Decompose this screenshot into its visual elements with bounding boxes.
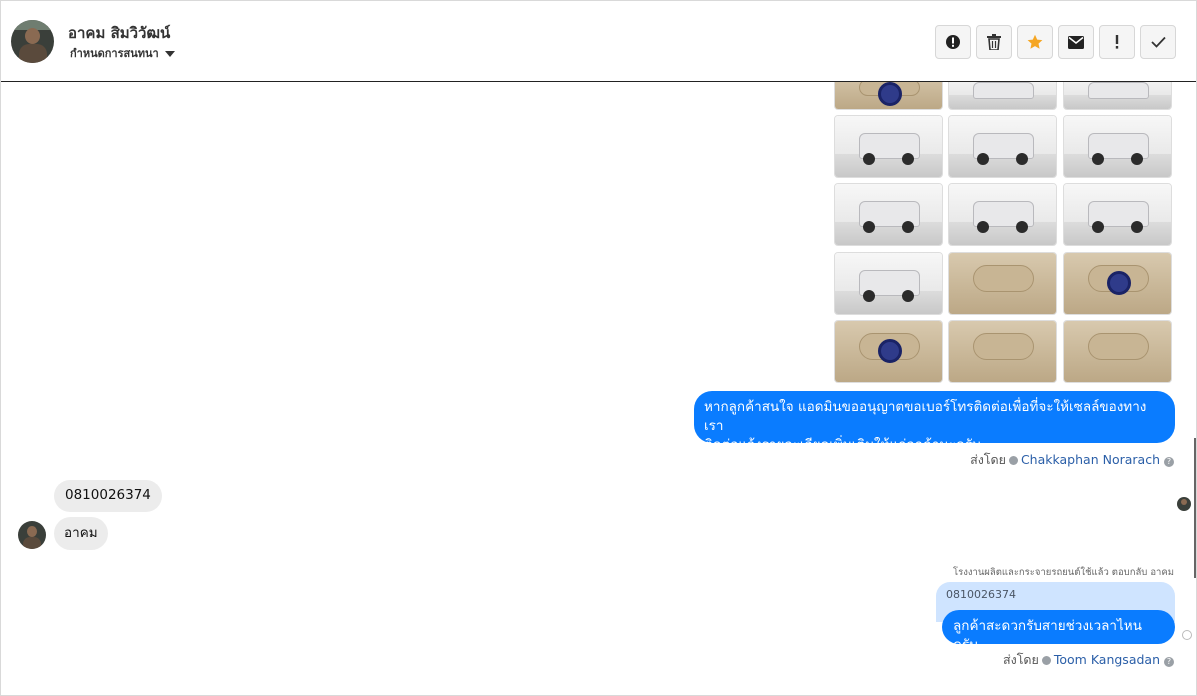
alert-circle-icon xyxy=(946,35,960,49)
photo-thumbnail[interactable] xyxy=(1063,183,1172,246)
help-icon[interactable]: ? xyxy=(1164,657,1174,667)
photo-thumbnail[interactable] xyxy=(948,252,1057,315)
photo-thumbnail[interactable] xyxy=(834,252,943,315)
photo-thumbnail[interactable] xyxy=(1063,252,1172,315)
envelope-icon xyxy=(1068,35,1084,49)
mark-spam-button[interactable] xyxy=(935,25,971,59)
message-list[interactable]: หากลูกค้าสนใจ แอดมินขออนุญาตขอเบอร์โทรติ… xyxy=(1,82,1196,695)
outgoing-message: ลูกค้าสะดวกรับสายช่วงเวลาไหนครับ xyxy=(942,610,1175,653)
read-receipt-avatar xyxy=(1177,497,1191,511)
contact-avatar-small[interactable] xyxy=(18,521,46,549)
contact-avatar[interactable] xyxy=(11,20,54,63)
contact-name[interactable]: อาคม สิมวิวัฒน์ xyxy=(68,21,170,45)
photo-thumbnail[interactable] xyxy=(834,115,943,178)
verified-icon xyxy=(1041,656,1051,665)
incoming-message: 0810026374 xyxy=(54,480,162,512)
sent-by-info: ส่งโดย Toom Kangsadan? xyxy=(1003,650,1174,670)
reply-context: โรงงานผลิตและกระจายรถยนต์ใช้แล้ว ตอบกลับ… xyxy=(953,567,1174,578)
check-icon xyxy=(1150,36,1166,48)
verified-icon xyxy=(1008,456,1018,465)
mark-done-button[interactable] xyxy=(1140,25,1176,59)
toolbar xyxy=(935,25,1176,59)
caret-down-icon xyxy=(164,51,175,57)
incoming-message: อาคม xyxy=(54,517,108,550)
scrollbar[interactable] xyxy=(1194,438,1196,578)
help-icon[interactable]: ? xyxy=(1164,457,1174,467)
photo-thumbnail[interactable] xyxy=(1063,115,1172,178)
message-text-line: หากลูกค้าสนใจ แอดมินขออนุญาตขอเบอร์โทรติ… xyxy=(704,399,1147,434)
exclamation-icon xyxy=(1115,35,1119,49)
sender-name[interactable]: Chakkaphan Norarach xyxy=(1021,452,1160,467)
sent-by-label: ส่งโดย xyxy=(970,452,1006,467)
sender-name[interactable]: Toom Kangsadan xyxy=(1054,652,1160,667)
follow-up-button[interactable] xyxy=(1099,25,1135,59)
sent-by-label: ส่งโดย xyxy=(1002,652,1039,667)
delete-button[interactable] xyxy=(976,25,1012,59)
star-button[interactable] xyxy=(1017,25,1053,59)
photo-thumbnail[interactable] xyxy=(948,82,1057,110)
sent-by-info: ส่งโดย Chakkaphan Norarach? xyxy=(970,450,1174,470)
outgoing-message: หากลูกค้าสนใจ แอดมินขออนุญาตขอเบอร์โทรติ… xyxy=(694,391,1175,453)
assign-label: กำหนดการสนทนา xyxy=(70,47,159,60)
photo-thumbnail[interactable] xyxy=(948,115,1057,178)
trash-icon xyxy=(987,34,1001,50)
photo-thumbnail[interactable] xyxy=(834,82,943,110)
star-icon xyxy=(1027,34,1043,49)
photo-thumbnail[interactable] xyxy=(1063,320,1172,383)
photo-thumbnail[interactable] xyxy=(948,183,1057,246)
sent-status-icon xyxy=(1182,630,1192,640)
photo-thumbnail[interactable] xyxy=(1063,82,1172,110)
assign-conversation-dropdown[interactable]: กำหนดการสนทนา xyxy=(70,44,175,62)
photo-thumbnail[interactable] xyxy=(834,320,943,383)
mark-unread-button[interactable] xyxy=(1058,25,1094,59)
photo-thumbnail[interactable] xyxy=(948,320,1057,383)
conversation-header: อาคม สิมวิวัฒน์ กำหนดการสนทนา xyxy=(1,1,1196,82)
chat-window: อาคม สิมวิวัฒน์ กำหนดการสนทนา หากลูกค้าส… xyxy=(0,0,1197,696)
photo-thumbnail[interactable] xyxy=(834,183,943,246)
